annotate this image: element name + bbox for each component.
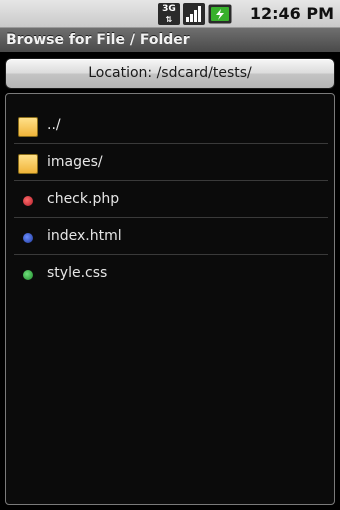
screen: 3G ⇅ 12:46 PM Browse for File / Folder L… [0,0,340,510]
status-time: 12:46 PM [249,4,334,23]
file-name: check.php [47,191,120,207]
status-icons: 3G ⇅ [158,3,232,25]
list-item-images[interactable]: images/ [14,144,328,181]
folder-icon [18,154,38,174]
file-name: style.css [47,265,108,281]
green-dot-icon [23,270,33,280]
red-dot-icon [23,196,33,206]
data-arrows-icon: ⇅ [165,15,173,24]
location-button[interactable]: Location: /sdcard/tests/ [5,58,335,89]
title-bar: Browse for File / Folder [0,28,340,52]
network-type-label: 3G [162,4,176,14]
blue-dot-icon [23,233,33,243]
list-item-check-php[interactable]: check.php [14,181,328,218]
battery-charging-icon [208,4,232,24]
file-name: images/ [47,154,103,170]
location-label: Location: /sdcard/tests/ [88,65,252,81]
list-item-style-css[interactable]: style.css [14,255,328,292]
file-name: ../ [47,117,61,133]
file-name: index.html [47,228,122,244]
list-item-index-html[interactable]: index.html [14,218,328,255]
file-list[interactable]: ../ images/ check.php index.html style.c… [5,93,335,505]
window-title: Browse for File / Folder [6,32,190,48]
cell-signal-icon [183,3,205,25]
status-bar: 3G ⇅ 12:46 PM [0,0,340,28]
folder-icon [18,117,38,137]
3g-data-icon: 3G ⇅ [158,3,180,25]
list-item-parent-folder[interactable]: ../ [14,107,328,144]
